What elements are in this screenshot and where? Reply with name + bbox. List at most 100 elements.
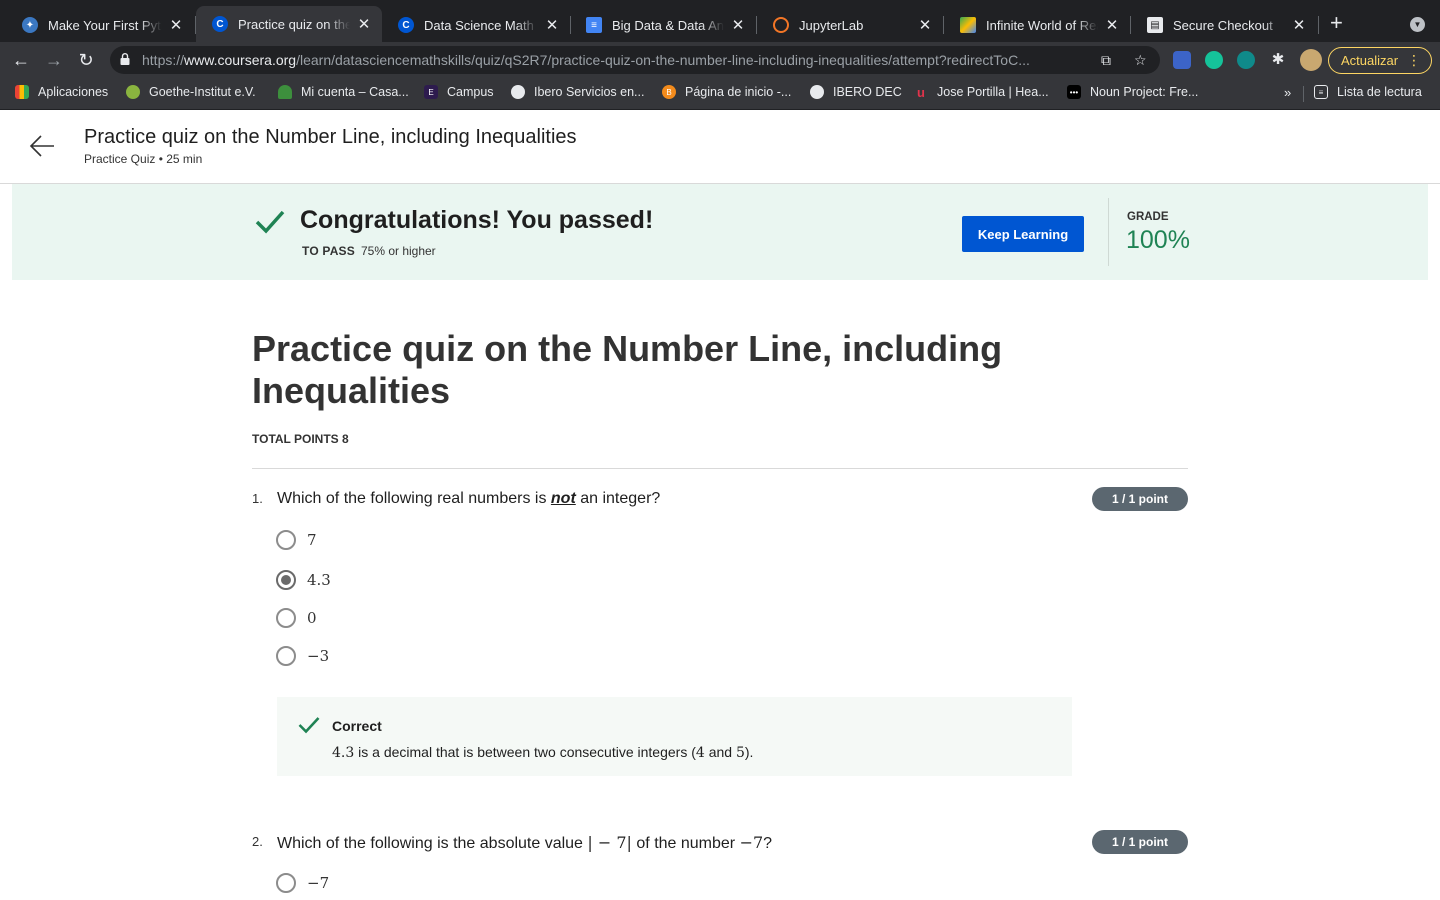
answer-option-selected[interactable]: 4.3 bbox=[276, 569, 331, 591]
option-label: −7 bbox=[307, 874, 330, 892]
answer-option[interactable]: 7 bbox=[276, 529, 317, 551]
question-number: 1. bbox=[252, 491, 263, 506]
extension-icon[interactable] bbox=[1173, 51, 1191, 69]
grade-label: GRADE bbox=[1127, 211, 1169, 223]
close-icon[interactable]: ✕ bbox=[1291, 16, 1307, 34]
bookmarks-overflow-icon[interactable]: » bbox=[1284, 85, 1291, 100]
bookmark-label: Aplicaciones bbox=[38, 85, 109, 99]
address-bar[interactable]: https://www.coursera.org/learn/datascien… bbox=[110, 46, 1160, 74]
close-icon[interactable]: ✕ bbox=[1104, 16, 1120, 34]
forward-icon[interactable]: → bbox=[43, 50, 65, 70]
puzzle-icon[interactable]: ✱ bbox=[1269, 51, 1287, 69]
answer-feedback: Correct 4.3 is a decimal that is between… bbox=[277, 697, 1072, 776]
question-text-part: Which of the following real numbers is bbox=[277, 490, 551, 507]
feedback-text: 4.3 is a decimal that is between two con… bbox=[332, 744, 753, 761]
radio-button-selected[interactable] bbox=[276, 570, 296, 590]
bookmark-label: Campus bbox=[447, 85, 494, 99]
radio-button[interactable] bbox=[276, 873, 296, 893]
answer-option[interactable]: −3 bbox=[276, 645, 329, 667]
bookmark-item[interactable]: Goethe-Institut e.V. bbox=[126, 85, 256, 99]
bookmark-label: Mi cuenta – Casa... bbox=[301, 85, 409, 99]
avatar[interactable] bbox=[1300, 49, 1322, 71]
translate-icon[interactable]: ⧉ bbox=[1101, 52, 1111, 69]
bookmark-item[interactable]: B Página de inicio -... bbox=[662, 85, 791, 99]
star-icon[interactable]: ☆ bbox=[1134, 52, 1147, 69]
bookmark-label: Página de inicio -... bbox=[685, 85, 792, 99]
feedback-math: 4 bbox=[695, 745, 705, 761]
campus-icon: E bbox=[424, 85, 438, 99]
browser-tab[interactable]: ✦ Make Your First Python ✕ bbox=[6, 8, 194, 42]
bookmark-label: Jose Portilla | Hea... bbox=[937, 85, 1049, 99]
option-label: 4.3 bbox=[307, 571, 331, 589]
divider bbox=[252, 468, 1188, 469]
url-text[interactable]: https://www.coursera.org/learn/datascien… bbox=[142, 52, 1102, 68]
radio-button[interactable] bbox=[276, 646, 296, 666]
points-badge: 1 / 1 point bbox=[1092, 487, 1188, 511]
feedback-text-part: is a decimal that is between two consecu… bbox=[354, 744, 696, 760]
option-label: 0 bbox=[307, 609, 317, 627]
to-pass-label: TO PASS bbox=[302, 244, 355, 258]
close-icon[interactable]: ✕ bbox=[168, 16, 184, 34]
browser-tab[interactable]: ▤ Secure Checkout ✕ bbox=[1131, 8, 1317, 42]
question-text-part: Which of the following is the absolute v… bbox=[277, 835, 588, 852]
browser-tab-active[interactable]: C Practice quiz on the Number Line ✕ bbox=[196, 6, 382, 42]
back-arrow-icon[interactable] bbox=[28, 132, 56, 160]
question-math: | − 7| bbox=[587, 833, 632, 852]
close-icon[interactable]: ✕ bbox=[544, 16, 560, 34]
bookmark-label: IBERO DEC bbox=[833, 85, 902, 99]
noun-project-icon: ••• bbox=[1067, 85, 1081, 99]
globe-icon bbox=[810, 85, 824, 99]
bookmark-item[interactable]: Mi cuenta – Casa... bbox=[278, 85, 409, 99]
to-pass-value: 75% or higher bbox=[360, 244, 436, 258]
bookmark-item[interactable]: ••• Noun Project: Fre... bbox=[1067, 85, 1198, 99]
quiz-page-header: Practice quiz on the Number Line, includ… bbox=[0, 110, 1440, 184]
reload-icon[interactable]: ↻ bbox=[75, 50, 97, 70]
close-icon[interactable]: ✕ bbox=[730, 16, 746, 34]
browser-tab[interactable]: ≡ Big Data & Data Analytics ✕ bbox=[570, 8, 756, 42]
browser-tab[interactable]: JupyterLab ✕ bbox=[757, 8, 943, 42]
coursera-icon: C bbox=[212, 16, 228, 32]
grammarly-icon[interactable] bbox=[1205, 51, 1223, 69]
question-number: 2. bbox=[252, 834, 263, 849]
bookmark-apps[interactable]: Aplicaciones bbox=[15, 85, 108, 99]
check-icon bbox=[255, 210, 285, 234]
tab-separator bbox=[1318, 16, 1319, 34]
url-scheme: https:// bbox=[142, 52, 185, 68]
docs-icon: ≡ bbox=[586, 17, 602, 33]
coursera-icon: C bbox=[398, 17, 414, 33]
answer-option[interactable]: −7 bbox=[276, 872, 329, 894]
update-button[interactable]: Actualizar ⋮ bbox=[1328, 47, 1432, 74]
extension-icon[interactable] bbox=[1237, 51, 1255, 69]
reading-list[interactable]: ≡ Lista de lectura bbox=[1314, 85, 1422, 99]
url-host: www.coursera.org bbox=[184, 52, 297, 68]
close-icon[interactable]: ✕ bbox=[356, 15, 372, 33]
keep-learning-button[interactable]: Keep Learning bbox=[962, 216, 1084, 252]
feedback-math: 4.3 bbox=[332, 745, 355, 761]
bookmark-item[interactable]: IBERO DEC bbox=[810, 85, 902, 99]
bookmark-label: Noun Project: Fre... bbox=[1090, 85, 1199, 99]
feedback-status: Correct bbox=[332, 718, 382, 734]
radio-button[interactable] bbox=[276, 608, 296, 628]
header-title: Practice quiz on the Number Line, includ… bbox=[84, 126, 577, 148]
back-icon[interactable]: ← bbox=[10, 50, 32, 70]
question-text-part: ? bbox=[763, 835, 773, 852]
close-icon[interactable]: ✕ bbox=[917, 16, 933, 34]
bookmark-item[interactable]: Ibero Servicios en... bbox=[511, 85, 644, 99]
browser-tab[interactable]: C Data Science Math Skills ✕ bbox=[382, 8, 570, 42]
tab-title: Data Science Math Skills bbox=[424, 17, 538, 33]
tab-title: Big Data & Data Analytics bbox=[612, 17, 724, 33]
radio-button[interactable] bbox=[276, 530, 296, 550]
feedback-math: 5 bbox=[735, 745, 745, 761]
new-tab-plus-icon[interactable]: + bbox=[1330, 12, 1343, 34]
browser-tab[interactable]: Infinite World of Real ✕ bbox=[944, 8, 1130, 42]
tab-title: Make Your First Python bbox=[48, 17, 162, 33]
tab-search-chevron-icon[interactable]: ▼ bbox=[1410, 17, 1425, 32]
quiz-title: Practice quiz on the Number Line, includ… bbox=[252, 328, 1003, 411]
bookmark-item[interactable]: E Campus bbox=[424, 85, 494, 99]
bookmark-item[interactable]: u Jose Portilla | Hea... bbox=[914, 85, 1049, 100]
to-pass-info: TO PASS 75% or higher bbox=[302, 244, 436, 258]
globe-icon bbox=[511, 85, 525, 99]
option-label: −3 bbox=[307, 647, 330, 665]
answer-option[interactable]: 0 bbox=[276, 607, 317, 629]
checkout-icon: ▤ bbox=[1147, 17, 1163, 33]
